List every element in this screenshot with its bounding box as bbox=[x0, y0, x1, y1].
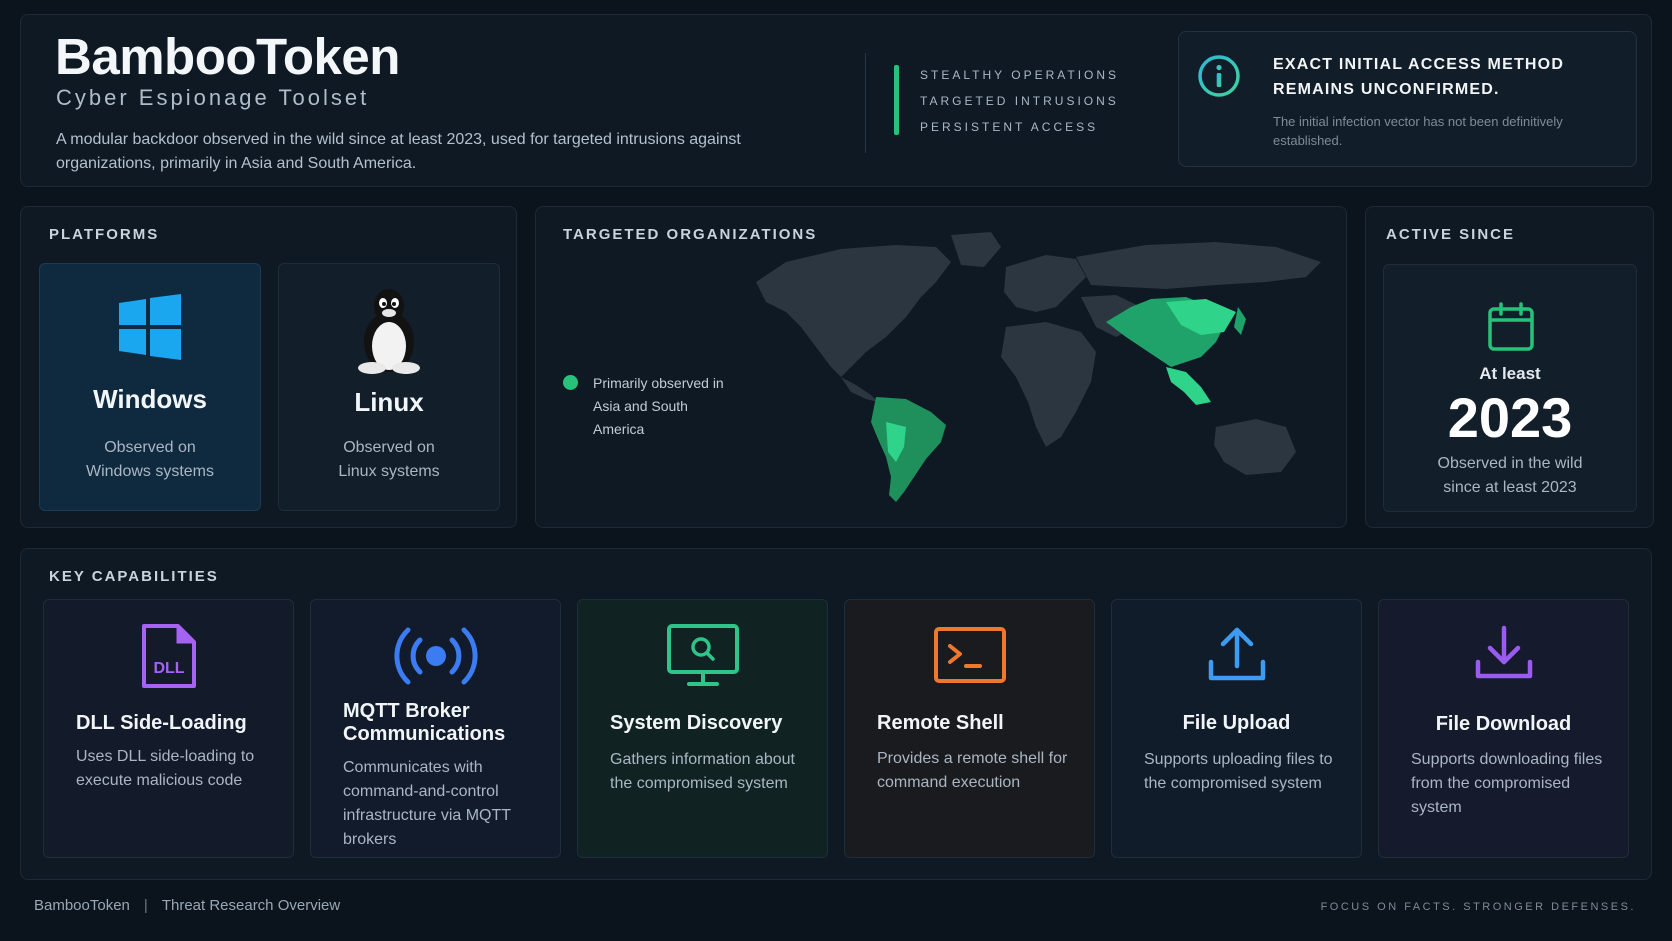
capability-card-mqtt: MQTT Broker Communications Communicates … bbox=[310, 599, 561, 858]
map-north-asia bbox=[1076, 242, 1321, 289]
windows-icon bbox=[119, 294, 181, 360]
page-description: A modular backdoor observed in the wild … bbox=[56, 131, 741, 172]
active-since-panel: ACTIVE SINCE At least 2023 Observed in t… bbox=[1365, 206, 1654, 528]
capability-title: File Download bbox=[1435, 713, 1572, 735]
notice-card: EXACT INITIAL ACCESS METHOD REMAINS UNCO… bbox=[1178, 31, 1637, 167]
section-label: ACTIVE SINCE bbox=[1386, 226, 1516, 243]
linux-penguin-icon bbox=[358, 289, 420, 374]
footer-tagline: FOCUS ON FACTS. STRONGER DEFENSES. bbox=[1320, 901, 1636, 913]
active-desc: Observed in the wild since at least 2023 bbox=[1437, 455, 1583, 496]
broadcast-icon bbox=[393, 627, 478, 685]
tag-list: STEALTHY OPERATIONS TARGETED INTRUSIONS … bbox=[920, 67, 1119, 145]
capability-desc: Supports downloading files from the comp… bbox=[1411, 751, 1603, 816]
platform-name: Windows bbox=[93, 384, 207, 414]
upload-icon bbox=[1208, 627, 1265, 681]
platform-card-windows: Windows Observed on Windows systems bbox=[39, 263, 261, 511]
page-subtitle: Cyber Espionage Toolset bbox=[56, 85, 370, 110]
footer-brand: BambooToken bbox=[34, 897, 130, 914]
tag-item: TARGETED INTRUSIONS bbox=[920, 94, 1119, 108]
tag-item: STEALTHY OPERATIONS bbox=[920, 68, 1120, 82]
map-australia bbox=[1214, 419, 1296, 475]
header-divider bbox=[865, 53, 866, 153]
active-year: 2023 bbox=[1447, 386, 1573, 449]
legend-text: Primarily observed in Asia and South Ame… bbox=[593, 375, 724, 437]
footer-section: Threat Research Overview bbox=[161, 897, 341, 914]
capability-desc: Supports uploading files to the compromi… bbox=[1144, 751, 1333, 792]
notice-text: The initial infection vector has not bee… bbox=[1273, 114, 1563, 148]
notice-title: EXACT INITIAL ACCESS METHOD REMAINS UNCO… bbox=[1273, 56, 1565, 98]
capabilities-panel: KEY CAPABILITIES DLL DLL Side-Loading Us… bbox=[20, 548, 1652, 880]
section-label: PLATFORMS bbox=[49, 226, 160, 243]
svg-text:DLL: DLL bbox=[153, 660, 184, 677]
monitor-search-icon bbox=[666, 624, 739, 686]
capability-title: MQTT Broker Communications bbox=[343, 700, 506, 745]
capability-card-shell: Remote Shell Provides a remote shell for… bbox=[844, 599, 1095, 858]
download-icon bbox=[1475, 625, 1532, 679]
capability-card-download: File Download Supports downloading files… bbox=[1378, 599, 1629, 858]
map-north-america bbox=[756, 245, 951, 377]
map-greenland bbox=[951, 232, 1001, 267]
calendar-icon bbox=[1488, 302, 1534, 351]
map-japan bbox=[1234, 307, 1246, 335]
capability-card-dll: DLL DLL Side-Loading Uses DLL side-loadi… bbox=[43, 599, 294, 858]
capability-card-discovery: System Discovery Gathers information abo… bbox=[577, 599, 828, 858]
footer-left: BambooToken | Threat Research Overview bbox=[34, 897, 340, 914]
info-icon bbox=[1198, 55, 1240, 97]
legend-dot bbox=[563, 375, 578, 390]
active-since-card: At least 2023 Observed in the wild since… bbox=[1383, 264, 1637, 512]
map-southeast-asia bbox=[1166, 367, 1211, 405]
section-label: KEY CAPABILITIES bbox=[49, 568, 219, 585]
dll-file-icon: DLL bbox=[141, 624, 196, 688]
capability-title: DLL Side-Loading bbox=[76, 712, 247, 734]
capability-card-upload: File Upload Supports uploading files to … bbox=[1111, 599, 1362, 858]
capability-title: System Discovery bbox=[610, 712, 783, 734]
map-africa bbox=[1001, 322, 1096, 447]
capability-desc: Communicates with command-and-control in… bbox=[343, 759, 511, 848]
capability-title: Remote Shell bbox=[877, 712, 1004, 734]
page-title: BambooToken bbox=[55, 28, 400, 85]
map-europe bbox=[1004, 255, 1086, 312]
tag-item: PERSISTENT ACCESS bbox=[920, 120, 1099, 134]
capability-title: File Upload bbox=[1182, 712, 1291, 734]
capability-desc: Gathers information about the compromise… bbox=[610, 751, 795, 792]
targeted-orgs-panel: TARGETED ORGANIZATIONS Primarily observe… bbox=[535, 206, 1347, 528]
platforms-panel: PLATFORMS Windows Observed on Windows sy… bbox=[20, 206, 517, 528]
platform-card-linux: Linux Observed on Linux systems bbox=[278, 263, 500, 511]
footer-separator: | bbox=[143, 897, 148, 914]
capability-desc: Uses DLL side-loading to execute malicio… bbox=[76, 748, 255, 789]
platform-desc: Observed on Windows systems bbox=[85, 439, 215, 480]
platform-desc: Observed on Linux systems bbox=[338, 439, 440, 480]
map-south-america bbox=[871, 397, 946, 502]
platform-name: Linux bbox=[354, 387, 424, 417]
world-map bbox=[756, 232, 1321, 502]
terminal-icon bbox=[933, 627, 1006, 683]
map-central-america bbox=[841, 377, 878, 402]
active-prefix: At least bbox=[1479, 364, 1541, 383]
accent-bar bbox=[894, 65, 899, 135]
capability-desc: Provides a remote shell for command exec… bbox=[877, 750, 1068, 791]
